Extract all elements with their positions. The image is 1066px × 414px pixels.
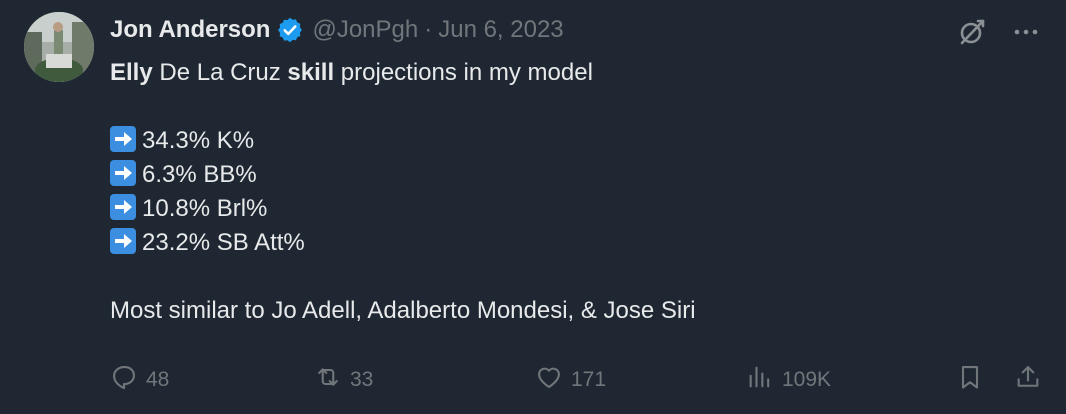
right-arrow-emoji-icon — [110, 160, 136, 186]
reply-button[interactable]: 48 — [110, 362, 169, 398]
tweet-text-name: De La Cruz — [152, 59, 288, 86]
stat-bb-rate: 6.3% BB% — [142, 161, 257, 188]
action-bar: 48 33 171 109K — [110, 362, 1045, 398]
views-button[interactable]: 109K — [746, 362, 831, 398]
views-count: 109K — [782, 368, 832, 391]
tweet-header: Jon Anderson @JonPgh · Jun 6, 2023 — [110, 13, 564, 47]
right-arrow-emoji-icon — [110, 126, 136, 152]
reply-icon — [110, 363, 138, 397]
tweet[interactable]: Jon Anderson @JonPgh · Jun 6, 2023 Elly … — [0, 0, 1066, 414]
tweet-closing-line: Most similar to Jo Adell, Adalberto Mond… — [110, 297, 696, 324]
stat-line: 23.2% SB Att% — [110, 226, 696, 260]
stat-barrel-rate: 10.8% Brl% — [142, 195, 268, 222]
author-name[interactable]: Jon Anderson — [110, 16, 270, 44]
verified-badge-icon — [276, 16, 304, 44]
repost-count: 33 — [350, 368, 374, 391]
share-button[interactable] — [1014, 362, 1042, 398]
tweet-date[interactable]: Jun 6, 2023 — [438, 16, 563, 44]
tweet-line-intro: Elly De La Cruz skill projections in my … — [110, 56, 696, 90]
grok-icon[interactable] — [956, 16, 988, 48]
stat-k-rate: 34.3% K% — [142, 127, 255, 154]
views-icon — [746, 363, 774, 397]
tweet-text-rest: projections in my model — [334, 59, 593, 86]
tweet-text: Elly De La Cruz skill projections in my … — [110, 56, 696, 328]
reply-count: 48 — [146, 368, 170, 391]
stat-sb-attempt-rate: 23.2% SB Att% — [142, 229, 305, 256]
share-icon — [1014, 363, 1042, 397]
like-count: 171 — [571, 368, 607, 391]
tweet-bold-elly: Elly — [110, 59, 153, 86]
repost-icon — [314, 363, 342, 397]
avatar[interactable] — [24, 12, 94, 82]
stat-line: 6.3% BB% — [110, 158, 696, 192]
header-actions — [956, 16, 1042, 48]
repost-button[interactable]: 33 — [314, 362, 373, 398]
bookmark-icon — [956, 363, 984, 397]
tweet-bold-skill: skill — [287, 59, 335, 86]
separator-dot: · — [424, 16, 433, 43]
stat-line: 10.8% Brl% — [110, 192, 696, 226]
right-arrow-emoji-icon — [110, 194, 136, 220]
more-icon[interactable] — [1010, 16, 1042, 48]
heart-icon — [535, 363, 563, 397]
bookmark-button[interactable] — [956, 362, 984, 398]
author-handle[interactable]: @JonPgh — [312, 16, 418, 44]
like-button[interactable]: 171 — [535, 362, 606, 398]
right-arrow-emoji-icon — [110, 228, 136, 254]
stat-line: 34.3% K% — [110, 124, 696, 158]
